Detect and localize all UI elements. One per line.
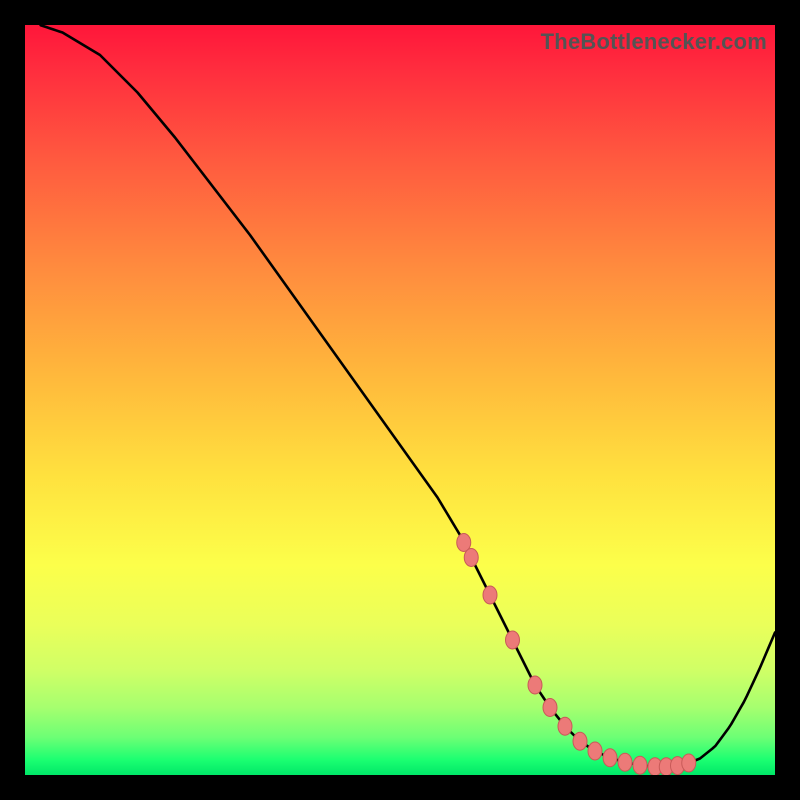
optimal-marker (603, 749, 617, 767)
optimal-marker (618, 753, 632, 771)
optimal-marker (573, 732, 587, 750)
optimal-marker (543, 699, 557, 717)
optimal-marker (633, 756, 647, 774)
chart-gradient-area: TheBottlenecker.com (25, 25, 775, 775)
optimal-markers (457, 534, 696, 776)
optimal-marker (558, 717, 572, 735)
bottleneck-curve (41, 25, 775, 767)
optimal-marker (506, 631, 520, 649)
optimal-marker (682, 754, 696, 772)
optimal-marker (588, 742, 602, 760)
chart-svg (25, 25, 775, 775)
optimal-marker (464, 549, 478, 567)
optimal-marker (528, 676, 542, 694)
optimal-marker (483, 586, 497, 604)
